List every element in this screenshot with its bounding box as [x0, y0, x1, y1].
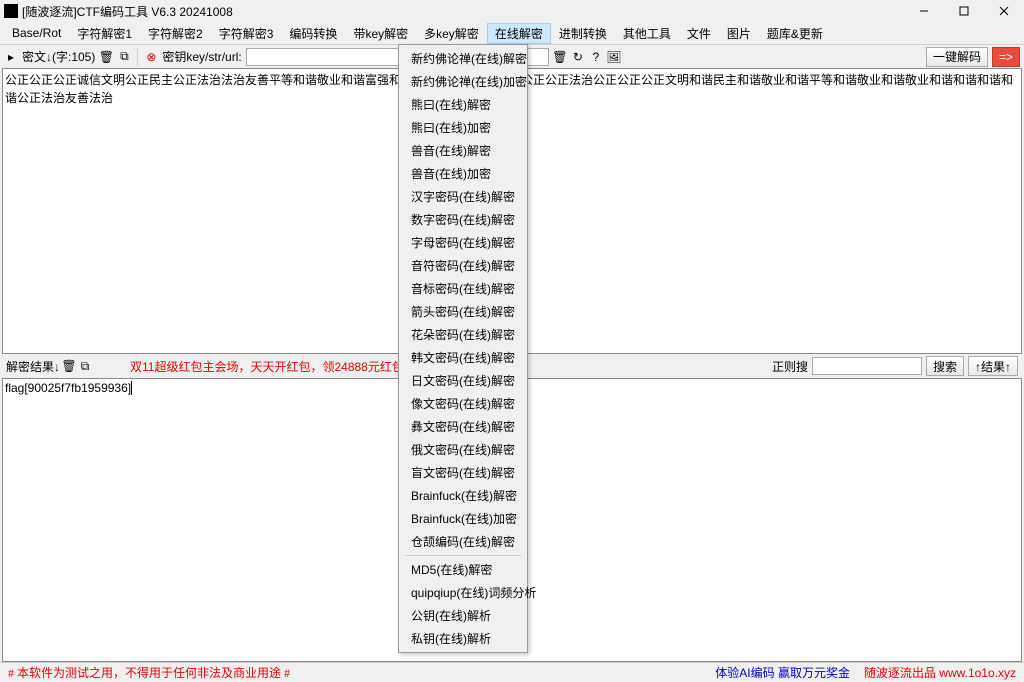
dropdown-item[interactable]: 韩文密码(在线)解密	[401, 346, 525, 369]
dropdown-item[interactable]: 盲文密码(在线)解密	[401, 461, 525, 484]
key-icon[interactable]: ⊗	[144, 50, 158, 64]
menu-char-decrypt3[interactable]: 字符解密3	[211, 23, 282, 44]
dropdown-item[interactable]: 新约佛论禅(在线)解密	[401, 47, 525, 70]
dropdown-item[interactable]: 私钥(在线)解析	[401, 627, 525, 650]
minimize-button[interactable]	[904, 0, 944, 22]
dropdown-item[interactable]: 音标密码(在线)解密	[401, 277, 525, 300]
key-label: 密钥key/str/url:	[162, 48, 241, 65]
menu-online-decrypt[interactable]: 在线解密	[487, 23, 551, 44]
dropdown-item[interactable]: 日文密码(在线)解密	[401, 369, 525, 392]
copy-icon[interactable]: ⧉	[117, 50, 131, 64]
status-bar: # 本软件为测试之用，不得用于任何非法及商业用途 # 体验AI编码 赢取万元奖金…	[0, 662, 1024, 682]
dropdown-item[interactable]: 公钥(在线)解析	[401, 604, 525, 627]
menu-char-decrypt1[interactable]: 字符解密1	[69, 23, 140, 44]
dropdown-separator	[405, 555, 521, 556]
dropdown-item[interactable]: 数字密码(在线)解密	[401, 208, 525, 231]
dropdown-item[interactable]: 熊曰(在线)加密	[401, 116, 525, 139]
one-click-decode-button[interactable]: 一键解码	[926, 47, 988, 67]
menu-other-tools[interactable]: 其他工具	[615, 23, 679, 44]
dropdown-item[interactable]: 汉字密码(在线)解密	[401, 185, 525, 208]
separator	[137, 48, 138, 66]
close-button[interactable]	[984, 0, 1024, 22]
menu-image[interactable]: 图片	[719, 23, 759, 44]
reload-icon[interactable]: ↻	[571, 50, 585, 64]
go-button[interactable]: =>	[992, 47, 1020, 67]
image-tool-icon[interactable]: 🖼	[607, 50, 621, 64]
dropdown-item[interactable]: 像文密码(在线)解密	[401, 392, 525, 415]
menu-qa-update[interactable]: 题库&更新	[759, 23, 831, 44]
trash3-icon[interactable]: 🗑	[62, 359, 76, 373]
regex-label: 正则搜	[772, 358, 808, 375]
cipher-label: 密文↓(字:105)	[22, 48, 95, 65]
menu-multikey-decrypt[interactable]: 多key解密	[416, 23, 487, 44]
dropdown-item[interactable]: 仓颉编码(在线)解密	[401, 530, 525, 553]
dropdown-item[interactable]: MD5(在线)解密	[401, 558, 525, 581]
menu-bar: Base/Rot 字符解密1 字符解密2 字符解密3 编码转换 带key解密 多…	[0, 22, 1024, 44]
result-up-button[interactable]: ↑结果↑	[968, 356, 1018, 376]
dropdown-item[interactable]: Brainfuck(在线)加密	[401, 507, 525, 530]
dropdown-item[interactable]: 兽音(在线)解密	[401, 139, 525, 162]
result-content: flag[90025f7fb1959936]	[5, 381, 131, 395]
dropdown-item[interactable]: quipqiup(在线)词频分析	[401, 581, 525, 604]
dropdown-item[interactable]: 俄文密码(在线)解密	[401, 438, 525, 461]
help-icon[interactable]: ?	[589, 50, 603, 64]
status-disclaimer: # 本软件为测试之用，不得用于任何非法及商业用途 #	[8, 664, 290, 681]
online-decrypt-dropdown: 新约佛论禅(在线)解密新约佛论禅(在线)加密熊曰(在线)解密熊曰(在线)加密兽音…	[398, 44, 528, 653]
one-click-label: 一键解码	[933, 48, 981, 65]
copy2-icon[interactable]: ⧉	[78, 359, 92, 373]
search-btn-label: 搜索	[933, 358, 957, 375]
maximize-button[interactable]	[944, 0, 984, 22]
dropdown-item[interactable]: 兽音(在线)加密	[401, 162, 525, 185]
title-bar: [随波逐流]CTF编码工具 V6.3 20241008	[0, 0, 1024, 22]
dropdown-item[interactable]: Brainfuck(在线)解密	[401, 484, 525, 507]
app-icon	[4, 4, 18, 18]
expand-icon[interactable]: ▸	[4, 50, 18, 64]
menu-file[interactable]: 文件	[679, 23, 719, 44]
menu-base-rot[interactable]: Base/Rot	[4, 24, 69, 42]
dropdown-item[interactable]: 熊曰(在线)解密	[401, 93, 525, 116]
dropdown-item[interactable]: 彝文密码(在线)解密	[401, 415, 525, 438]
menu-encoding-convert[interactable]: 编码转换	[281, 23, 345, 44]
trash2-icon[interactable]: 🗑	[553, 50, 567, 64]
menu-char-decrypt2[interactable]: 字符解密2	[140, 23, 211, 44]
dropdown-item[interactable]: 新约佛论禅(在线)加密	[401, 70, 525, 93]
search-button[interactable]: 搜索	[926, 356, 964, 376]
menu-radix-convert[interactable]: 进制转换	[551, 23, 615, 44]
window-title: [随波逐流]CTF编码工具 V6.3 20241008	[22, 3, 904, 20]
status-credit[interactable]: 随波逐流出品 www.1o1o.xyz	[864, 664, 1016, 681]
result-btn-label: ↑结果↑	[975, 358, 1011, 375]
menu-key-decrypt[interactable]: 带key解密	[345, 23, 416, 44]
trash-icon[interactable]: 🗑	[99, 50, 113, 64]
dropdown-item[interactable]: 音符密码(在线)解密	[401, 254, 525, 277]
status-ai-promo[interactable]: 体验AI编码 赢取万元奖金	[715, 664, 850, 681]
dropdown-item[interactable]: 字母密码(在线)解密	[401, 231, 525, 254]
search-input[interactable]	[812, 357, 922, 375]
result-label: 解密结果↓	[6, 358, 60, 375]
dropdown-item[interactable]: 花朵密码(在线)解密	[401, 323, 525, 346]
dropdown-item[interactable]: 箭头密码(在线)解密	[401, 300, 525, 323]
